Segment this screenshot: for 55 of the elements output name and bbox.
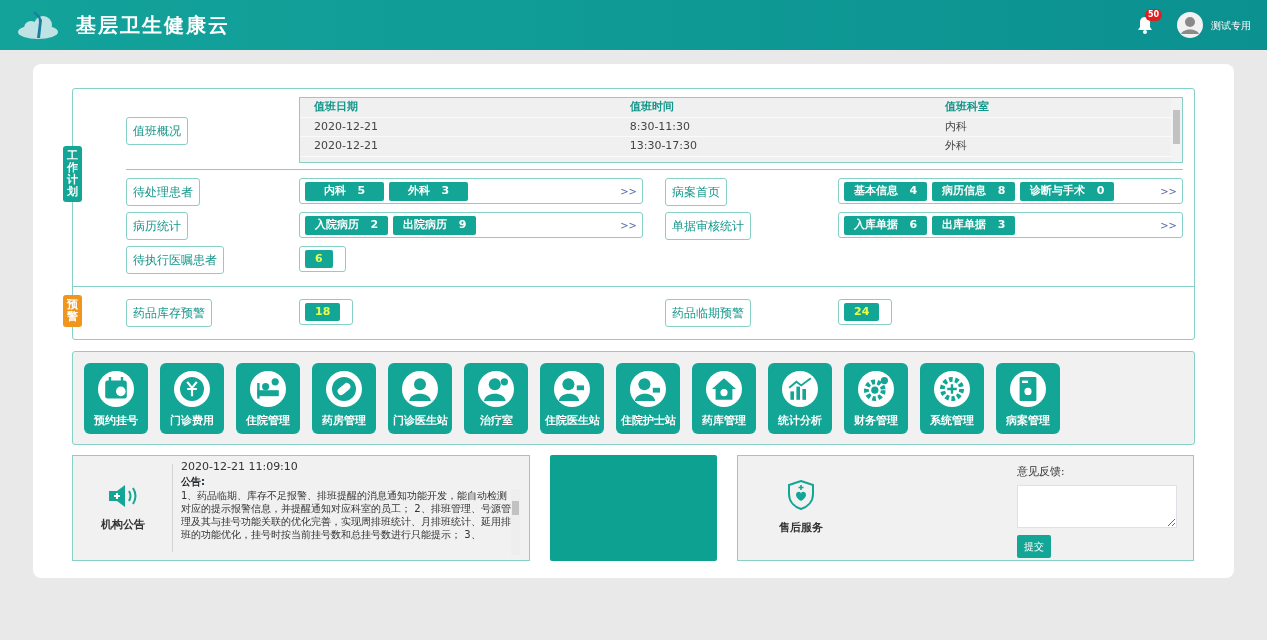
user-name: 测试专用 <box>1211 18 1251 33</box>
section-label: 病案首页 <box>665 178 727 206</box>
table-cell: 2020-12-21 <box>300 117 616 137</box>
feedback-label: 意见反馈: <box>1017 464 1066 479</box>
tag-button[interactable]: 出院病历 9 <box>393 215 477 235</box>
module-tile[interactable]: 病案管理 <box>996 363 1060 434</box>
notice-datetime: 2020-12-21 11:09:10 <box>181 460 299 474</box>
notice-text: 1、药品临期、库存不足报警、排班提醒的消息通知功能开发，能自动检测对应的提示报警信息，并提醒通知对应科室的员工； 2、排班管理、号源管理及其与挂号功能关联的优化完善，实现周排班统计、月排班统计、延用排班的功能优化，挂号时按当前挂号数和总挂号数进行只能提示； 3、 <box>181 489 511 542</box>
section-label: 单据审核统计 <box>665 212 751 240</box>
app-title: 基层卫生健康云 <box>76 12 230 39</box>
count-badge[interactable]: 18 <box>305 302 341 322</box>
module-tile[interactable]: 统计分析 <box>768 363 832 434</box>
section-label: 待处理患者 <box>126 178 200 206</box>
notification-badge: 50 <box>1145 8 1163 21</box>
more-link[interactable]: >> <box>1160 183 1177 199</box>
table-cell: 8:30-11:30 <box>615 117 932 137</box>
tag-button[interactable]: 病历信息 8 <box>932 181 1016 201</box>
count-badge[interactable]: 24 <box>844 302 880 322</box>
tag-button[interactable]: 出库单据 3 <box>932 215 1016 235</box>
module-tile[interactable]: 系统管理 <box>920 363 984 434</box>
section-badge: 预警 <box>63 295 82 328</box>
module-tile[interactable]: 住院护士站 <box>616 363 680 434</box>
section-label: 待执行医嘱患者 <box>126 246 224 274</box>
more-link[interactable]: >> <box>620 183 637 199</box>
section-label: 值班概况 <box>126 117 188 145</box>
module-tile[interactable]: 药房管理 <box>312 363 376 434</box>
section-label: 药品库存预警 <box>126 299 212 327</box>
tag-button[interactable]: 入库单据 6 <box>844 215 928 235</box>
module-tile[interactable]: 财务管理 <box>844 363 908 434</box>
count-badge[interactable]: 6 <box>305 249 333 269</box>
tag-button[interactable]: 内科 5 <box>305 181 384 201</box>
notice-title: 机构公告 <box>100 516 145 533</box>
module-tile[interactable]: 门诊费用 <box>160 363 224 434</box>
section-badge: 工作计划 <box>63 146 82 203</box>
table-cell: 13:30-17:30 <box>615 136 932 156</box>
notice-heading: 公告: <box>181 475 206 488</box>
tag-button[interactable]: 入院病历 2 <box>305 215 389 235</box>
more-link[interactable]: >> <box>1160 217 1177 233</box>
module-tile[interactable]: 住院医生站 <box>540 363 604 434</box>
table-cell: 2020-12-21 <box>300 136 616 156</box>
section-label: 药品临期预警 <box>665 299 751 327</box>
tag-button[interactable]: 诊断与手术 0 <box>1020 181 1115 201</box>
section-label: 病历统计 <box>126 212 188 240</box>
module-tile[interactable]: 门诊医生站 <box>388 363 452 434</box>
service-title: 售后服务 <box>778 519 823 536</box>
module-tile[interactable]: 治疗室 <box>464 363 528 434</box>
tag-button[interactable]: 基本信息 4 <box>844 181 928 201</box>
more-link[interactable]: >> <box>620 217 637 233</box>
column-header: 值班时间 <box>615 98 932 117</box>
submit-button[interactable]: 提交 <box>1017 534 1051 558</box>
module-tile[interactable]: 药库管理 <box>692 363 756 434</box>
module-tile[interactable]: 住院管理 <box>236 363 300 434</box>
column-header: 值班日期 <box>300 98 616 117</box>
tag-button[interactable]: 外科 3 <box>389 181 468 201</box>
module-tile[interactable]: 预约挂号 <box>84 363 148 434</box>
